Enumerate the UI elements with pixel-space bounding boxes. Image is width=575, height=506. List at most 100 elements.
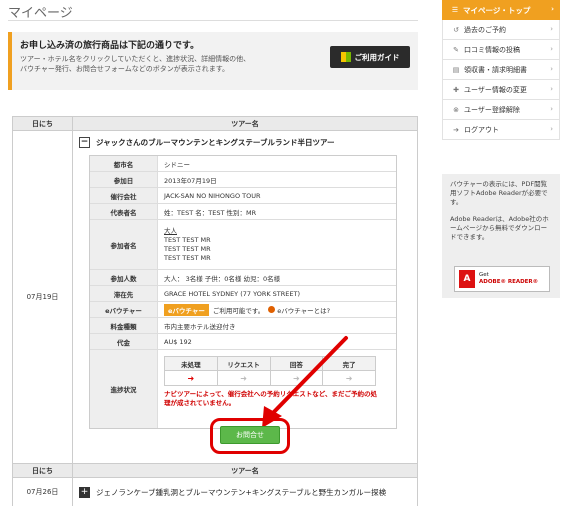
tour-title-toggle[interactable]: − ジャックさんのブルーマウンテンとキングステーブルランド半日ツアー — [79, 137, 335, 148]
sidebar-item-post-review[interactable]: ✎ 口コミ情報の投稿 › — [442, 40, 560, 60]
voucher-info-link[interactable]: eバウチャーとは? — [268, 305, 330, 315]
reader-info-box: バウチャーの表示には、PDF閲覧用ソフトAdobe Readerが必要です。 A… — [442, 174, 560, 298]
menu-icon: ☰ — [451, 6, 459, 14]
progress-step: リクエスト — [218, 357, 271, 370]
contact-button[interactable]: お問合せ — [220, 426, 280, 444]
progress-step: 未処理 — [165, 357, 218, 370]
notice-text: ツアー・ホテル名をクリックしていただくと、進捗状況、詳細情報の他、 バウチャー発… — [20, 54, 320, 74]
reader-info-text-2: Adobe Readerは、Adobe社のホームページから無料でダウンロードでき… — [450, 215, 549, 241]
participant-name: TEST TEST MR — [164, 253, 211, 262]
tour-date: 07月19日 — [13, 131, 73, 463]
progress-note-line-2: 理が成されていません。 — [164, 399, 236, 407]
progress-step: 回答 — [271, 357, 324, 370]
sidebar-item-label: 過去のご予約 — [464, 25, 506, 34]
tour-name[interactable]: ジャックさんのブルーマウンテンとキングステーブルランド半日ツアー — [96, 137, 335, 148]
tour-cell: − ジャックさんのブルーマウンテンとキングステーブルランド半日ツアー 都市名 シ… — [73, 131, 417, 463]
sidebar-item-logout[interactable]: ➔ ログアウト › — [442, 120, 560, 140]
beginner-mark-icon — [340, 52, 351, 62]
tour-name[interactable]: ジェノランケーブ鍾乳洞とブルーマウンテン+キングステーブルと野生カンガルー探検 — [96, 487, 386, 498]
page-title: マイページ — [8, 6, 73, 21]
detail-row-progress: 進捗状況 未処理 リクエスト 回答 完了 ➜ ➜ ➜ ➜ ナビツアーによって、催… — [90, 350, 396, 428]
get-adobe-reader-link[interactable]: A Get ADOBE® READER® — [454, 266, 550, 292]
progress-steps: 未処理 リクエスト 回答 完了 — [165, 357, 375, 371]
sidebar-item-receipts[interactable]: ▤ 領収書・請求明細書 › — [442, 60, 560, 80]
voucher-status: ご利用可能です。 — [212, 306, 265, 315]
chevron-right-icon: › — [550, 65, 553, 73]
receipt-icon: ▤ — [452, 65, 460, 74]
sidebar-item-mypage-top[interactable]: ☰ マイページ・トップ › — [442, 0, 560, 20]
sidebar-item-label: マイページ・トップ — [463, 5, 531, 15]
adobe-badge-name: ADOBE® READER® — [479, 279, 539, 285]
unregister-icon: ⊗ — [453, 105, 459, 114]
detail-label: 参加者名 — [90, 220, 158, 269]
detail-row-operator: 催行会社 JACK-SAN NO NIHONGO TOUR — [90, 188, 396, 204]
collapse-icon[interactable]: − — [79, 137, 90, 148]
progress-step: 完了 — [342, 360, 356, 369]
detail-row-representative: 代表者名 姓：TEST 名：TEST 性別：MR — [90, 204, 396, 220]
progress-panel: 未処理 リクエスト 回答 完了 ➜ ➜ ➜ ➜ ナビツアーによって、催行会社への… — [158, 350, 396, 428]
sidebar-item-label: 口コミ情報の投稿 — [464, 45, 520, 54]
chevron-right-icon: › — [551, 5, 554, 13]
sidebar-item-unregister[interactable]: ⊗ ユーザー登録解除 › — [442, 100, 560, 120]
detail-label: 参加人数 — [90, 270, 158, 285]
progress-note: ナビツアーによって、催行会社への予約リクエストなど、まだご予約の処 理が成されて… — [164, 390, 390, 408]
reservation-table-2: 日にち ツアー名 07月26日 + ジェノランケーブ鍾乳洞とブルーマウンテン+キ… — [12, 463, 418, 506]
progress-arrows: ➜ ➜ ➜ ➜ — [165, 371, 375, 385]
adobe-badge-text: Get ADOBE® READER® — [479, 272, 538, 286]
detail-row-stay: 滞在先 GRACE HOTEL SYDNEY (77 YORK STREET) — [90, 286, 396, 302]
reservation-table: 日にち ツアー名 07月19日 − ジャックさんのブルーマウンテンとキングステー… — [12, 116, 418, 464]
detail-label: 代金 — [90, 334, 158, 349]
header-tour: ツアー名 — [231, 466, 259, 475]
arrow-right-icon: ➜ — [345, 373, 353, 383]
chevron-right-icon: › — [550, 105, 553, 113]
detail-label: 進捗状況 — [90, 350, 158, 428]
arrow-right-icon: ➜ — [271, 371, 324, 385]
wrench-icon: ✚ — [453, 85, 459, 94]
chevron-right-icon: › — [550, 125, 553, 133]
sidebar-item-past-reservations[interactable]: ↺ 過去のご予約 › — [442, 20, 560, 40]
info-circle-icon — [268, 306, 276, 313]
detail-label: eバウチャー — [90, 302, 158, 317]
notice-heading: お申し込み済の旅行商品は下記の通りです。 — [20, 41, 200, 51]
table-header: 日にち ツアー名 — [13, 117, 417, 131]
notice-line-2: バウチャー発行、お問合せフォームなどのボタンが表示されます。 — [20, 65, 230, 73]
chevron-right-icon: › — [550, 25, 553, 33]
tour-detail-table: 都市名 シドニー 参加日 2013年07月19日 催行会社 JACK-SAN N… — [89, 155, 397, 429]
participants-head: 大人 — [164, 226, 177, 235]
sidebar-item-label: ログアウト — [464, 125, 499, 134]
sidebar-item-label: 領収書・請求明細書 — [464, 65, 527, 74]
detail-row-count: 参加人数 大人： 3名様 子供：0名様 幼児：0名様 — [90, 270, 396, 286]
arrow-right-icon: ➜ — [165, 371, 218, 385]
adobe-logo-icon: A — [459, 270, 475, 288]
guide-button[interactable]: ご利用ガイド — [330, 46, 410, 68]
comment-icon: ✎ — [453, 45, 459, 54]
header-date: 日にち — [13, 464, 73, 477]
notice-line-1: ツアー・ホテル名をクリックしていただくと、進捗状況、詳細情報の他、 — [20, 55, 251, 63]
table-row: 07月19日 − ジャックさんのブルーマウンテンとキングステーブルランド半日ツア… — [13, 131, 417, 463]
detail-value: シドニー — [164, 160, 190, 169]
voucher-button[interactable]: eバウチャー — [164, 303, 209, 316]
detail-row-price: 代金 AU$ 192 — [90, 334, 396, 350]
expand-icon[interactable]: + — [79, 486, 90, 498]
tour-date: 07月26日 — [13, 478, 73, 506]
detail-label: 料金種類 — [90, 318, 158, 333]
detail-label: 都市名 — [90, 156, 158, 171]
voucher-info-label[interactable]: eバウチャーとは? — [277, 305, 330, 315]
tour-title-toggle[interactable]: + ジェノランケーブ鍾乳洞とブルーマウンテン+キングステーブルと野生カンガルー探… — [73, 478, 386, 506]
guide-button-label: ご利用ガイド — [354, 52, 400, 62]
detail-value: GRACE HOTEL SYDNEY (77 YORK STREET) — [164, 289, 300, 298]
voucher-value: eバウチャー ご利用可能です。 eバウチャーとは? — [158, 302, 396, 317]
sidebar-item-edit-user[interactable]: ✚ ユーザー情報の変更 › — [442, 80, 560, 100]
header-tour: ツアー名 — [231, 119, 259, 128]
logout-icon: ➔ — [453, 125, 459, 134]
sidebar-item-label: ユーザー情報の変更 — [464, 85, 527, 94]
detail-row-city: 都市名 シドニー — [90, 156, 396, 172]
detail-value: 市内主要ホテル送迎付き — [164, 322, 236, 331]
history-icon: ↺ — [453, 25, 459, 34]
participants-list: 大人 TEST TEST MR TEST TEST MR TEST TEST M… — [158, 220, 396, 269]
chevron-right-icon: › — [550, 85, 553, 93]
title-rule — [8, 20, 418, 21]
progress-note-line-1: ナビツアーによって、催行会社への予約リクエストなど、まだご予約の処 — [164, 390, 377, 398]
arrow-right-icon: ➜ — [218, 371, 271, 385]
progress-table: 未処理 リクエスト 回答 完了 ➜ ➜ ➜ ➜ — [164, 356, 376, 386]
